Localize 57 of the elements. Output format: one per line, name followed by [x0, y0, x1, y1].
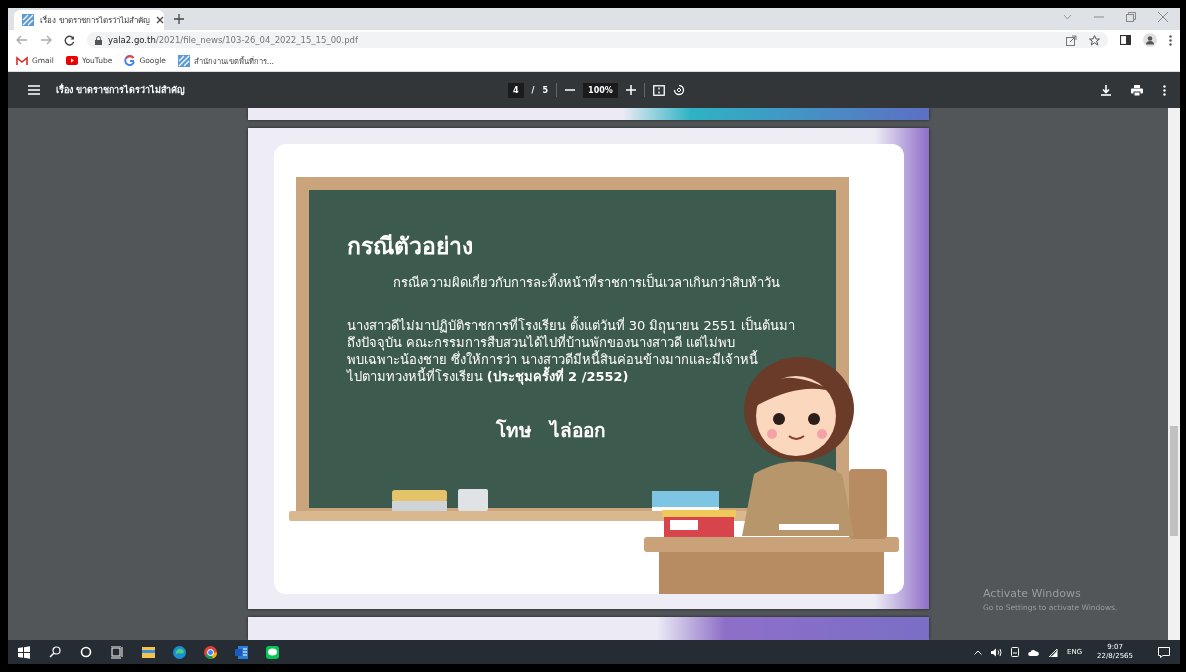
zoom-in-icon[interactable]: [625, 85, 636, 95]
page-count: 5: [542, 85, 549, 95]
notification-icon[interactable]: [1158, 646, 1170, 658]
ring-icon[interactable]: [80, 645, 93, 659]
document-title: เรื่อง ขาดราชการไดรว่าไม่สำคัญ: [56, 83, 186, 97]
speaker-icon[interactable]: [991, 647, 1002, 657]
chat-bubble-icon[interactable]: [266, 645, 279, 659]
share-icon[interactable]: [1066, 34, 1077, 46]
rotate-icon[interactable]: [672, 84, 685, 96]
slide-subtitle: กรณีความผิดเกี่ยวกับการละทิ้งหน้าที่ราชการเป็นเวลาเกินกว่าสิบห้าวัน: [392, 272, 781, 292]
swirl-circle-icon[interactable]: [173, 645, 186, 659]
address-field[interactable]: yala2.go.th/2021/file_news/103-26_04_2022_15_15_00.pdf: [87, 32, 1108, 48]
star-icon[interactable]: [1089, 34, 1100, 46]
fit-page-icon[interactable]: [652, 84, 665, 96]
restore-icon[interactable]: [1126, 12, 1136, 22]
tab-title: เรื่อง ขาดราชการไดรว่าไม่สำคัญ: [40, 14, 150, 27]
search-icon[interactable]: [49, 645, 62, 659]
envelope-m-icon: [16, 55, 28, 66]
penalty-label: โทษ: [496, 418, 532, 443]
profile-avatar-icon[interactable]: [1143, 33, 1157, 47]
penalty-value: ไล่ออก: [550, 418, 606, 443]
play-button-icon: [65, 56, 78, 65]
signal-icon[interactable]: [1048, 647, 1058, 657]
books-drawing: [651, 491, 719, 511]
download-icon[interactable]: [1101, 84, 1111, 96]
site-favicon-icon: [22, 14, 34, 26]
url-text: yala2.go.th/2021/file_news/103-26_04_2022_15_15_00.pdf: [108, 35, 358, 45]
zoom-field[interactable]: 100%: [583, 82, 618, 98]
caret-up-icon[interactable]: [974, 649, 982, 655]
task-view-icon[interactable]: [111, 645, 124, 659]
site-favicon-icon: [177, 54, 190, 67]
close-icon[interactable]: [155, 16, 164, 24]
multicolor-ring-icon: [124, 55, 136, 66]
scrollbar[interactable]: [1168, 108, 1180, 640]
slide-heading: กรณีตัวอย่าง: [346, 232, 474, 261]
case-description: นางสาวดีไม่มาปฏิบัติราชการที่โรงเรียน ตั้งแต่วันที่ 30 มิถุนายน 2551 เป็นต้นมา ถึงปัจจุบัน คณะกรรมการสืบสวนได้ไปที่บ้านพักของนางสาวดี แต่ไม่พบ พบเฉพาะน้องชาย ซึ่งให้การว่า นางสาวดีมีหนี้สินค่อนข้างมากและมีเจ้าหนี้ ไปตามทวงหนี้ที่โรงเรียน (ประชุมครั้งที่ 2 /2552): [346, 317, 796, 385]
page-number-field[interactable]: 4: [508, 82, 524, 98]
browser-tab[interactable]: เรื่อง ขาดราชการไดรว่าไม่สำคัญ: [14, 10, 164, 30]
lock-icon: [95, 35, 102, 45]
side-panel-icon[interactable]: [1120, 35, 1131, 45]
more-vertical-icon[interactable]: [1169, 34, 1172, 46]
device-icon[interactable]: [1011, 647, 1019, 657]
new-tab-icon[interactable]: [174, 14, 184, 24]
windows-logo-icon[interactable]: [18, 645, 31, 659]
page-separator: /: [531, 85, 535, 95]
menu-icon[interactable]: [28, 85, 40, 95]
scrollbar-thumb[interactable]: [1170, 426, 1178, 536]
eraser-drawing: [391, 490, 447, 511]
folder-icon[interactable]: [142, 645, 155, 659]
cloud-icon[interactable]: [1028, 648, 1039, 656]
tricolor-circle-icon[interactable]: [204, 645, 217, 659]
activation-title: Activate Windows: [983, 587, 1082, 600]
chalk-box-drawing: [457, 489, 488, 511]
reload-icon[interactable]: [64, 34, 75, 46]
more-vertical-icon[interactable]: [1163, 84, 1166, 96]
document-icon[interactable]: [235, 645, 248, 659]
print-icon[interactable]: [1131, 84, 1143, 96]
